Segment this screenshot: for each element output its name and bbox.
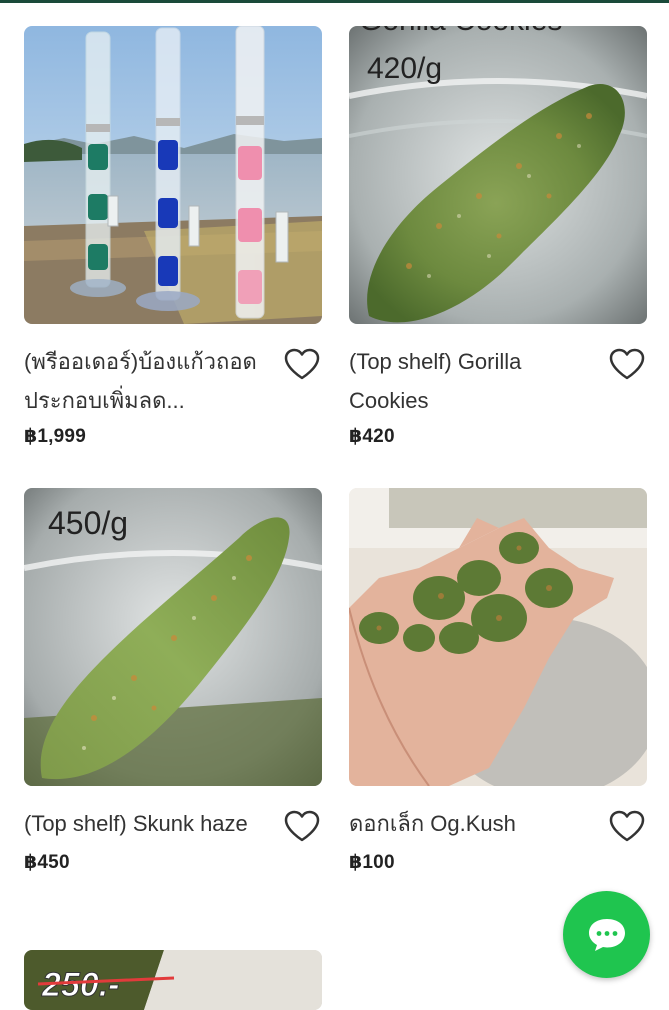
top-status-line bbox=[0, 0, 669, 3]
product-price: ฿420 bbox=[349, 426, 395, 447]
image-overlay-text: 450/g bbox=[48, 505, 128, 541]
image-top-text: Gorilla Cookies bbox=[359, 26, 562, 37]
product-image[interactable] bbox=[24, 26, 322, 324]
bud-in-jar-image: Gorilla Cookies 420/g bbox=[349, 26, 647, 324]
product-title[interactable]: ดอกเล็ก Og.Kush bbox=[349, 804, 607, 843]
product-price: ฿1,999 bbox=[24, 426, 86, 447]
product-card[interactable]: (พรีออเดอร์)บ้องแก้วถอดประกอบเพิ่มลด... … bbox=[24, 26, 322, 488]
product-card[interactable]: 450/g (Top shelf) Skunk haze ฿450 bbox=[24, 488, 322, 950]
bud-partial-image: 250.- bbox=[24, 950, 322, 1010]
product-image[interactable] bbox=[349, 488, 647, 786]
product-title[interactable]: (พรีออเดอร์)บ้องแก้วถอดประกอบเพิ่มลด... bbox=[24, 342, 282, 420]
image-overlay-text: 420/g bbox=[367, 52, 442, 85]
product-title[interactable]: (Top shelf) Gorilla Cookies bbox=[349, 342, 607, 420]
product-grid: (พรีออเดอร์)บ้องแก้วถอดประกอบเพิ่มลด... … bbox=[24, 26, 647, 1010]
product-image[interactable]: 250.- bbox=[24, 950, 322, 1010]
favorite-heart-icon[interactable] bbox=[607, 344, 647, 384]
chat-button[interactable] bbox=[563, 891, 650, 978]
favorite-heart-icon[interactable] bbox=[607, 806, 647, 846]
product-price: ฿450 bbox=[24, 852, 70, 873]
product-card[interactable]: ดอกเล็ก Og.Kush ฿100 bbox=[349, 488, 647, 950]
favorite-heart-icon[interactable] bbox=[282, 344, 322, 384]
product-image[interactable]: 450/g bbox=[24, 488, 322, 786]
image-overlay-text: 250.- bbox=[41, 966, 120, 1004]
product-price: ฿100 bbox=[349, 852, 395, 873]
chat-bubble-icon bbox=[588, 918, 625, 951]
bud-in-jar-image: 450/g bbox=[24, 488, 322, 786]
product-card[interactable]: 250.- bbox=[24, 950, 322, 1010]
buds-in-hand-image bbox=[349, 488, 647, 786]
product-title[interactable]: (Top shelf) Skunk haze bbox=[24, 804, 282, 843]
glass-bongs-image bbox=[24, 26, 322, 324]
favorite-heart-icon[interactable] bbox=[282, 806, 322, 846]
product-image[interactable]: Gorilla Cookies 420/g bbox=[349, 26, 647, 324]
product-card[interactable]: Gorilla Cookies 420/g (Top shelf) Gorill… bbox=[349, 26, 647, 488]
